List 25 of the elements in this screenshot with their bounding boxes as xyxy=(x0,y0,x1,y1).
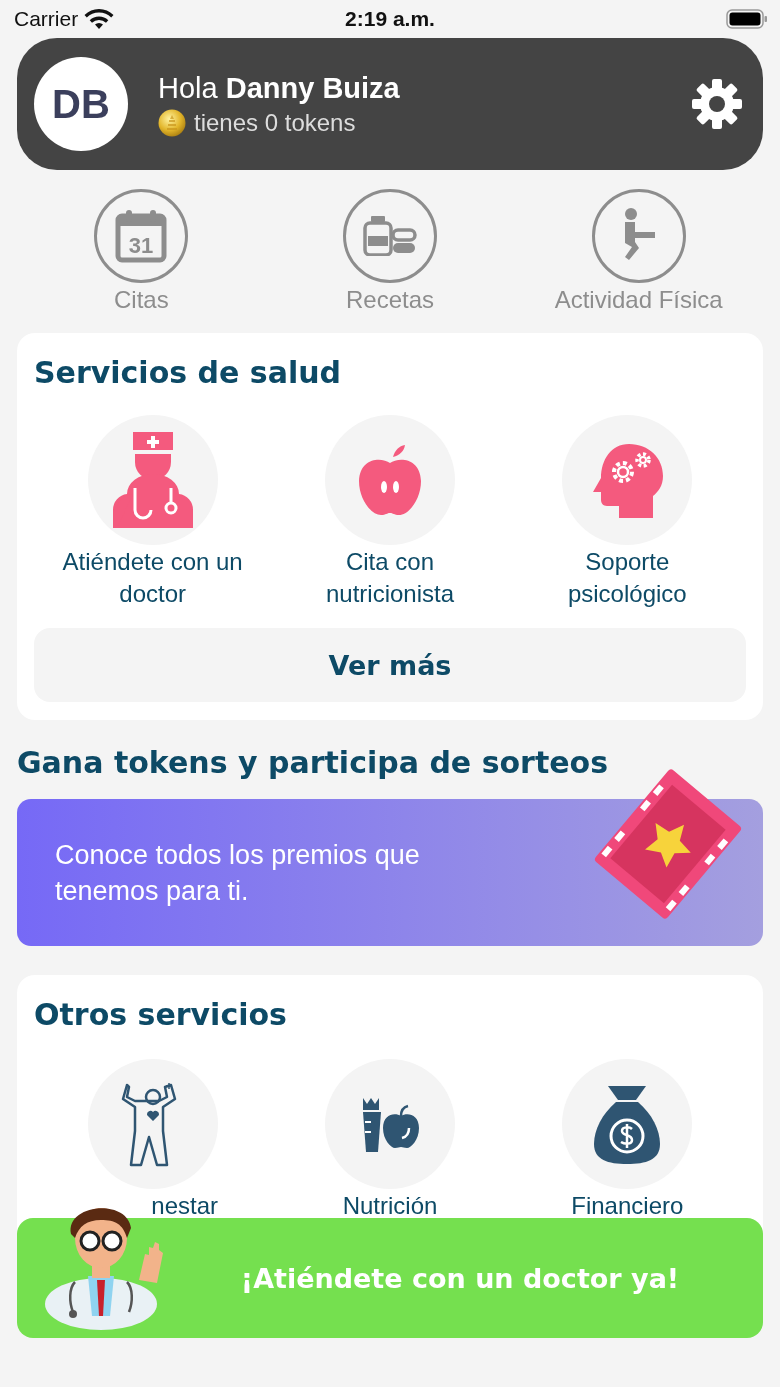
user-avatar[interactable]: DB xyxy=(34,57,128,151)
clock-time: 2:19 a.m. xyxy=(345,7,435,31)
service-label[interactable]: Cita con nutricionista xyxy=(287,546,493,610)
see-more-button[interactable]: Ver más xyxy=(34,628,746,702)
token-count: tienes 0 tokens xyxy=(194,108,356,137)
service-label[interactable]: Soporte psicológico xyxy=(524,546,730,610)
section-title: Servicios de salud xyxy=(34,354,343,392)
section-title: Otros servicios xyxy=(34,996,288,1034)
wifi-icon xyxy=(84,8,115,30)
apple-icon xyxy=(357,443,423,517)
banner-text: Conoce todos los premios que tenemos para ti. xyxy=(55,838,421,908)
battery-icon xyxy=(726,9,768,29)
section-title: Gana tokens y participa de sorteos xyxy=(17,744,610,782)
coin-icon xyxy=(158,108,186,137)
prizes-banner[interactable]: Conoce todos los premios que tenemos para ti. xyxy=(17,799,763,946)
button-label: ¡Atiéndete con un doctor ya! xyxy=(240,1262,680,1294)
service-label[interactable]: Atiéndete con un doctor xyxy=(50,546,256,610)
settings-icon[interactable] xyxy=(691,78,743,130)
medicine-icon xyxy=(363,216,417,256)
money-bag-icon xyxy=(594,1084,661,1164)
shortcut-button[interactable] xyxy=(591,189,686,283)
greeting-text: Hola Danny Buiza xyxy=(158,71,401,105)
shortcut-button[interactable] xyxy=(343,189,437,283)
carrier-name: Carrier xyxy=(14,7,79,31)
doctor-icon xyxy=(112,430,193,530)
